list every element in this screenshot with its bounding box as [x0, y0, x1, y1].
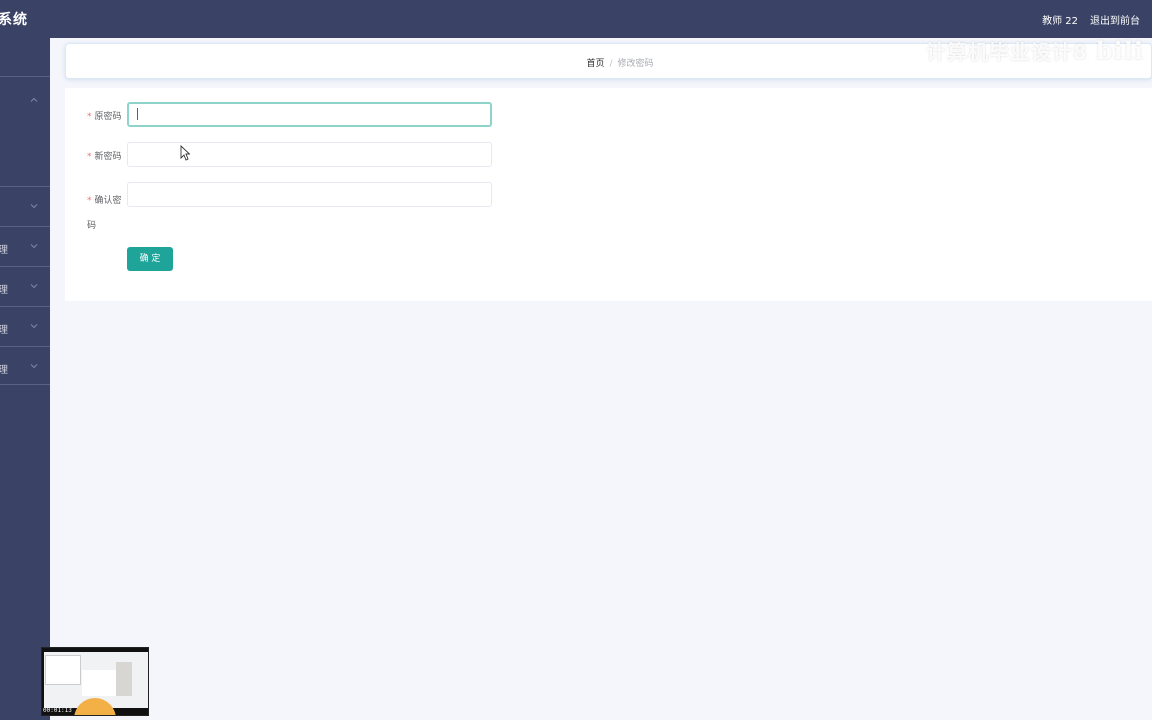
video-timestamp: 00:01:13 — [43, 707, 72, 714]
chevron-down-icon — [30, 204, 38, 209]
sidebar-divider — [0, 266, 50, 267]
sidebar-item-label: 理 — [0, 365, 8, 376]
sidebar-item-3[interactable]: 理 — [0, 228, 50, 268]
required-mark: * — [87, 196, 92, 206]
sidebar-divider — [0, 384, 50, 385]
sidebar-divider — [0, 306, 50, 307]
sidebar-divider — [0, 76, 50, 77]
old-password-input[interactable] — [127, 102, 492, 127]
sidebar-item-4[interactable]: 理 — [0, 268, 50, 308]
video-preview-thumbnail[interactable]: 00:01:13 — [41, 647, 149, 716]
confirm-password-label: * 确认密码 — [87, 189, 123, 239]
chevron-down-icon — [30, 364, 38, 369]
sidebar-item-2[interactable] — [0, 188, 50, 228]
chevron-down-icon — [30, 324, 38, 329]
breadcrumb-separator: / — [609, 59, 613, 69]
thumbnail-window — [82, 670, 116, 696]
main-content: 首页 / 修改密码 * 原密码 * 新密码 * 确认密码 确 定 — [50, 38, 1152, 720]
video-watermark: 计算机毕业设计8 bili — [926, 36, 1144, 65]
thumbnail-window — [116, 662, 132, 696]
confirm-password-input[interactable] — [127, 182, 492, 207]
breadcrumb-home[interactable]: 首页 — [586, 59, 604, 69]
mouse-cursor-icon — [180, 145, 190, 161]
sidebar-item-label: 理 — [0, 245, 8, 256]
sidebar-divider — [0, 186, 50, 187]
app-title: 系统 — [0, 12, 28, 28]
sidebar-item-label: 理 — [0, 325, 8, 336]
top-header: 系统 教师 22 退出到前台 — [0, 0, 1152, 38]
sidebar: 理 理 理 理 — [0, 38, 50, 720]
text-caret — [137, 108, 138, 120]
chevron-down-icon — [30, 284, 38, 289]
sidebar-divider — [0, 226, 50, 227]
sidebar-item-5[interactable]: 理 — [0, 308, 50, 348]
breadcrumb-current: 修改密码 — [617, 59, 654, 69]
sidebar-item-1[interactable] — [0, 82, 50, 122]
chevron-down-icon — [30, 244, 38, 249]
new-password-label-text: 新密码 — [94, 152, 122, 162]
sidebar-divider — [0, 346, 50, 347]
required-mark: * — [87, 152, 92, 162]
bilibili-logo-icon: bili — [1095, 36, 1144, 65]
sidebar-item-label: 理 — [0, 285, 8, 296]
password-form: * 原密码 * 新密码 * 确认密码 确 定 — [65, 88, 1152, 301]
old-password-label-text: 原密码 — [94, 112, 122, 122]
logout-link[interactable]: 退出到前台 — [1090, 12, 1140, 27]
watermark-text: 计算机毕业设计8 — [925, 40, 1088, 64]
required-mark: * — [87, 112, 92, 122]
sidebar-item-6[interactable]: 理 — [0, 348, 50, 388]
confirm-password-label-text: 确认密码 — [87, 196, 122, 231]
thumbnail-window — [45, 655, 81, 685]
current-user-label: 教师 22 — [1042, 16, 1078, 27]
submit-button[interactable]: 确 定 — [127, 247, 173, 271]
chevron-up-icon — [30, 97, 38, 102]
